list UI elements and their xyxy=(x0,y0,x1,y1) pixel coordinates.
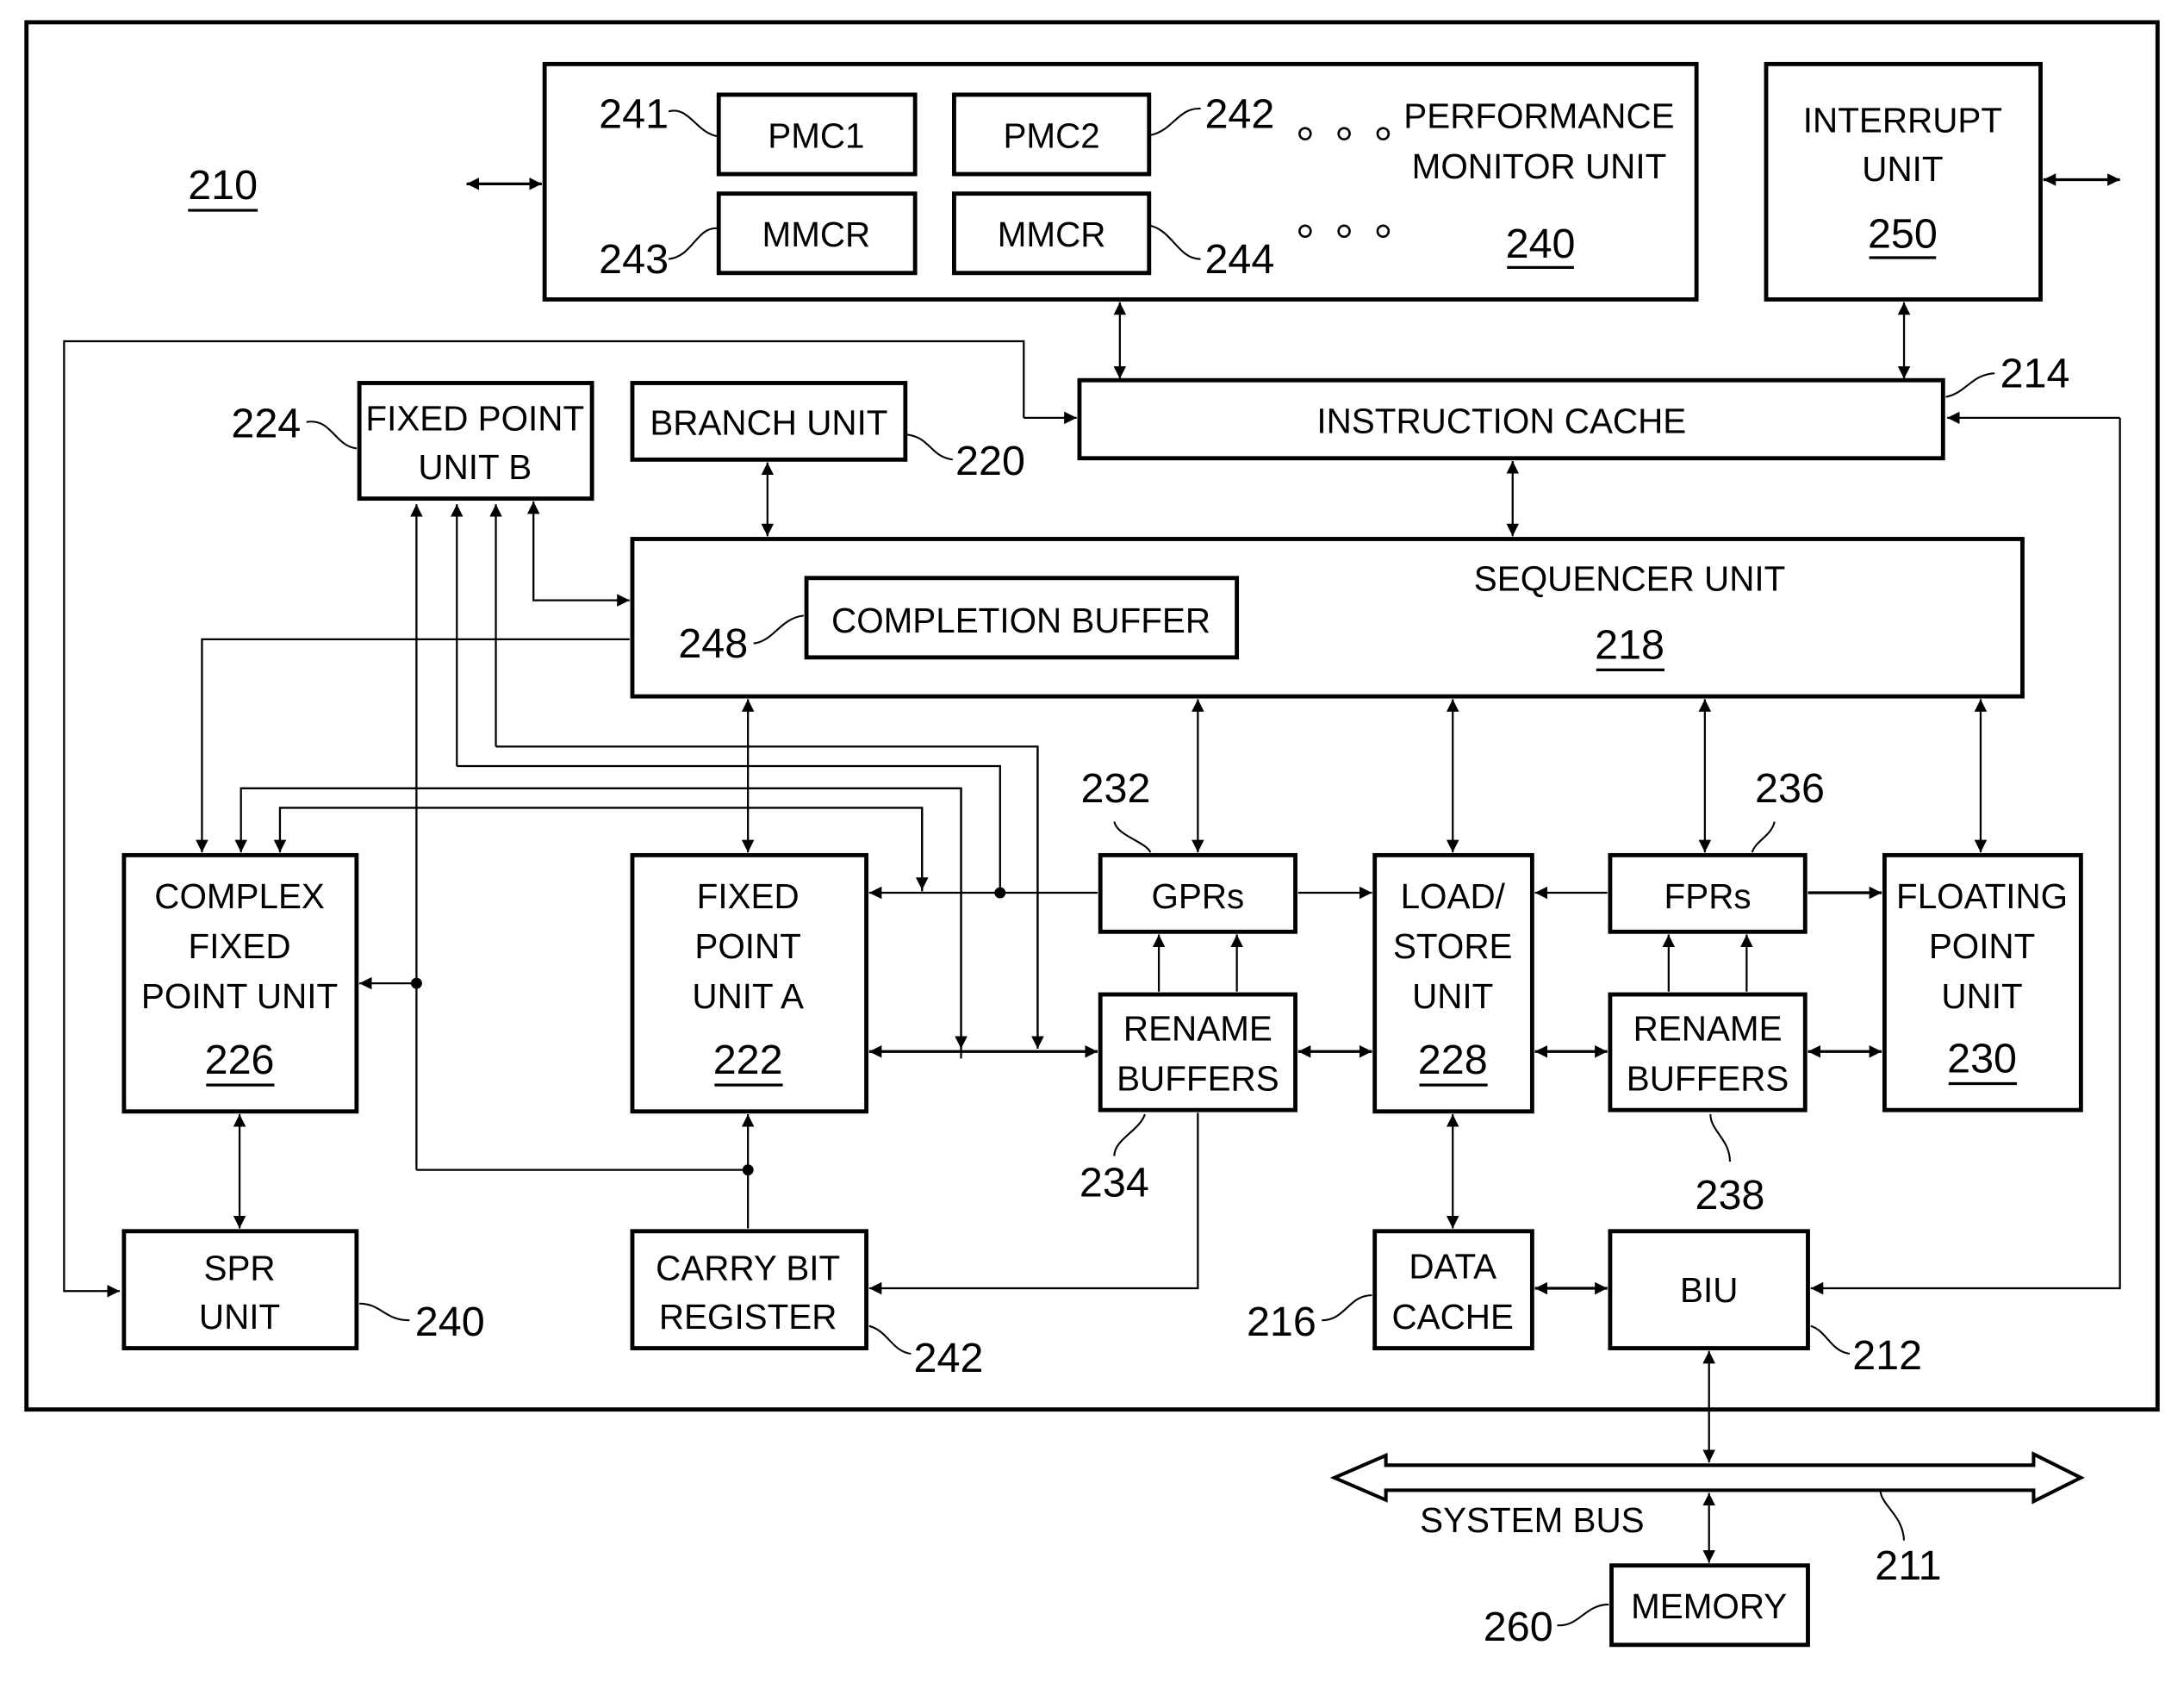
mmcr1-ref: 243 xyxy=(599,236,669,283)
svg-text:PMC2: PMC2 xyxy=(1003,115,1099,155)
svg-text:230: 230 xyxy=(1947,1036,2017,1082)
gprs-ref: 232 xyxy=(1081,765,1151,812)
pmc1-box: PMC1 xyxy=(716,92,918,177)
svg-text:MONITOR UNIT: MONITOR UNIT xyxy=(1412,146,1667,186)
svg-text:SPR: SPR xyxy=(204,1248,276,1287)
svg-text:PMC1: PMC1 xyxy=(768,115,864,155)
pmc2-box: PMC2 xyxy=(952,92,1152,177)
svg-text:GPRs: GPRs xyxy=(1151,876,1244,916)
svg-text:LOAD/: LOAD/ xyxy=(1401,876,1506,916)
instruction-cache: INSTRUCTION CACHE xyxy=(1077,377,1945,461)
data-cache: DATA CACHE xyxy=(1372,1229,1534,1350)
svg-text:RENAME: RENAME xyxy=(1123,1008,1272,1048)
svg-text:SYSTEM BUS: SYSTEM BUS xyxy=(1420,1500,1644,1540)
svg-text:CACHE: CACHE xyxy=(1391,1297,1513,1337)
svg-text:POINT: POINT xyxy=(1929,926,2035,966)
load-store-unit: LOAD/ STORE UNIT 228 xyxy=(1372,852,1534,1114)
svg-text:BUFFERS: BUFFERS xyxy=(1117,1059,1279,1099)
svg-text:FPRs: FPRs xyxy=(1664,876,1752,916)
svg-text:REGISTER: REGISTER xyxy=(659,1297,837,1337)
pmc1-ref: 241 xyxy=(599,91,669,138)
gprs-box: GPRs xyxy=(1098,852,1297,934)
completion-buffer: COMPLETION BUFFER xyxy=(804,576,1240,660)
svg-text:MMCR: MMCR xyxy=(998,215,1106,254)
biu-ref: 212 xyxy=(1852,1332,1922,1379)
processor-ref-label: 210 xyxy=(188,162,258,209)
svg-text:218: 218 xyxy=(1595,622,1664,669)
svg-text:BUFFERS: BUFFERS xyxy=(1627,1059,1789,1099)
interrupt-unit: INTERRUPT UNIT 250 xyxy=(1764,61,2043,302)
svg-text:SEQUENCER UNIT: SEQUENCER UNIT xyxy=(1474,558,1786,598)
svg-text:POINT: POINT xyxy=(694,926,800,966)
svg-text:FIXED POINT: FIXED POINT xyxy=(365,398,584,438)
mmcr2-box: MMCR xyxy=(952,191,1152,276)
svg-text:DATA: DATA xyxy=(1409,1247,1496,1287)
system-bus-ref: 211 xyxy=(1875,1542,1941,1589)
svg-text:RENAME: RENAME xyxy=(1633,1008,1783,1048)
fixed-point-unit-b-ref: 224 xyxy=(231,401,301,447)
svg-text:FIXED: FIXED xyxy=(697,876,800,916)
system-bus: SYSTEM BUS xyxy=(1329,1451,2085,1540)
svg-text:250: 250 xyxy=(1868,211,1938,258)
svg-text:UNIT A: UNIT A xyxy=(692,976,804,1016)
bus-interface-unit: BIU xyxy=(1608,1229,1810,1350)
svg-text:228: 228 xyxy=(1418,1037,1488,1083)
svg-text:FIXED: FIXED xyxy=(189,926,291,966)
svg-text:INSTRUCTION CACHE: INSTRUCTION CACHE xyxy=(1316,402,1686,441)
gpr-rename-ref: 234 xyxy=(1080,1159,1149,1206)
branch-unit: BRANCH UNIT xyxy=(630,381,908,462)
floating-point-unit: FLOATING POINT UNIT 230 xyxy=(1882,852,2083,1112)
mmcr1-box: MMCR xyxy=(716,191,918,276)
processor-block-diagram: 210 PERFORMANCE MONITOR UNIT 240 PMC1 24… xyxy=(24,20,2160,1650)
svg-text:BRANCH UNIT: BRANCH UNIT xyxy=(650,402,887,442)
pmc2-ref: 242 xyxy=(1204,91,1274,138)
gpr-rename-buffers: RENAME BUFFERS xyxy=(1098,992,1297,1112)
memory: MEMORY xyxy=(1609,1563,1810,1648)
carry-bit-register-ref: 242 xyxy=(914,1335,984,1381)
svg-text:PERFORMANCE: PERFORMANCE xyxy=(1403,97,1674,136)
data-cache-ref: 216 xyxy=(1247,1299,1316,1345)
svg-text:240: 240 xyxy=(1506,221,1576,267)
svg-text:UNIT: UNIT xyxy=(1412,976,1493,1016)
svg-text:FLOATING: FLOATING xyxy=(1896,876,2068,916)
svg-text:UNIT: UNIT xyxy=(1862,149,1943,189)
svg-text:UNIT: UNIT xyxy=(199,1297,280,1337)
fpr-rename-buffers: RENAME BUFFERS xyxy=(1608,992,1808,1112)
instruction-cache-ref: 214 xyxy=(2000,350,2070,396)
svg-text:226: 226 xyxy=(205,1037,275,1083)
fixed-point-unit-a: FIXED POINT UNIT A 222 xyxy=(630,852,869,1114)
fixed-point-unit-b: FIXED POINT UNIT B xyxy=(357,381,594,502)
svg-text:CARRY BIT: CARRY BIT xyxy=(656,1248,840,1287)
fprs-ref: 236 xyxy=(1755,765,1825,812)
carry-bit-register: CARRY BIT REGISTER xyxy=(630,1229,869,1350)
svg-text:MEMORY: MEMORY xyxy=(1631,1586,1787,1626)
complex-fixed-point-unit: COMPLEX FIXED POINT UNIT 226 xyxy=(121,852,359,1114)
fprs-box: FPRs xyxy=(1608,852,1808,934)
mmcr2-ref: 244 xyxy=(1204,236,1274,283)
svg-text:INTERRUPT: INTERRUPT xyxy=(1803,101,2002,140)
fpr-rename-ref: 238 xyxy=(1695,1172,1764,1218)
spr-unit-ref: 240 xyxy=(415,1299,485,1345)
svg-text:COMPLEX: COMPLEX xyxy=(154,876,325,916)
branch-unit-ref: 220 xyxy=(955,438,1025,484)
svg-text:STORE: STORE xyxy=(1393,926,1512,966)
svg-text:POINT UNIT: POINT UNIT xyxy=(141,976,338,1016)
svg-text:UNIT B: UNIT B xyxy=(418,447,532,487)
svg-text:222: 222 xyxy=(713,1037,783,1083)
completion-buffer-ref: 248 xyxy=(678,620,748,667)
svg-text:COMPLETION BUFFER: COMPLETION BUFFER xyxy=(831,601,1210,640)
memory-ref: 260 xyxy=(1484,1604,1553,1650)
spr-unit: SPR UNIT xyxy=(121,1229,359,1350)
svg-text:BIU: BIU xyxy=(1680,1270,1738,1310)
svg-text:UNIT: UNIT xyxy=(1941,976,2022,1016)
svg-text:MMCR: MMCR xyxy=(762,215,871,254)
